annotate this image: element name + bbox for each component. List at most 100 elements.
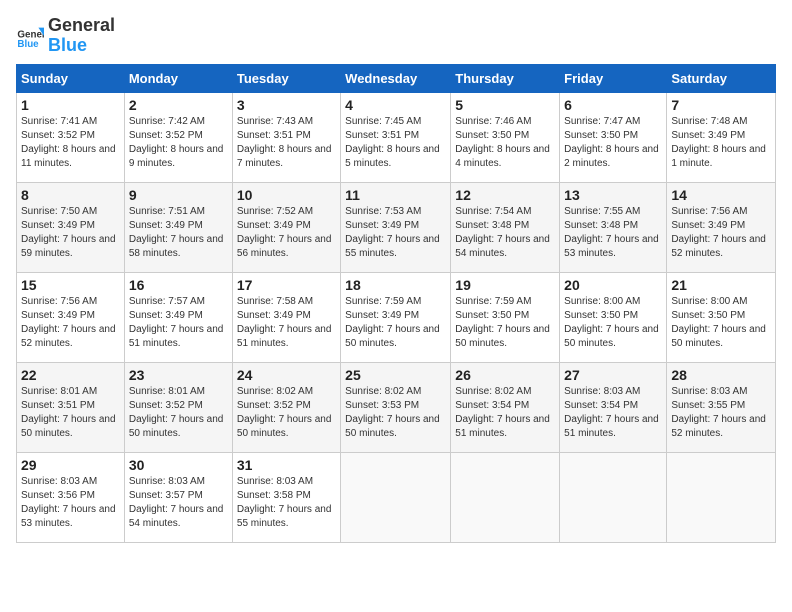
day-info: Sunrise: 7:55 AMSunset: 3:48 PMDaylight:… (564, 205, 662, 261)
day-info: Sunrise: 7:46 AMSunset: 3:50 PMDaylight:… (455, 115, 555, 171)
day-number: 4 (345, 97, 446, 113)
day-number: 15 (21, 277, 120, 293)
day-number: 21 (671, 277, 771, 293)
calendar-cell: 29 Sunrise: 8:03 AMSunset: 3:56 PMDayligh… (17, 452, 125, 542)
day-number: 2 (129, 97, 228, 113)
day-info: Sunrise: 8:03 AMSunset: 3:55 PMDaylight:… (671, 385, 771, 441)
calendar-cell: 13 Sunrise: 7:55 AMSunset: 3:48 PMDayligh… (560, 182, 667, 272)
day-number: 5 (455, 97, 555, 113)
col-header-tuesday: Tuesday (232, 64, 340, 92)
calendar-cell: 15 Sunrise: 7:56 AMSunset: 3:49 PMDayligh… (17, 272, 125, 362)
col-header-monday: Monday (124, 64, 232, 92)
day-info: Sunrise: 7:53 AMSunset: 3:49 PMDaylight:… (345, 205, 446, 261)
col-header-saturday: Saturday (667, 64, 776, 92)
day-info: Sunrise: 8:01 AMSunset: 3:52 PMDaylight:… (129, 385, 228, 441)
day-number: 24 (237, 367, 336, 383)
calendar-cell: 19 Sunrise: 7:59 AMSunset: 3:50 PMDayligh… (451, 272, 560, 362)
day-info: Sunrise: 7:56 AMSunset: 3:49 PMDaylight:… (671, 205, 771, 261)
calendar-cell: 28 Sunrise: 8:03 AMSunset: 3:55 PMDayligh… (667, 362, 776, 452)
calendar-cell: 1 Sunrise: 7:41 AMSunset: 3:52 PMDaylight… (17, 92, 125, 182)
day-number: 17 (237, 277, 336, 293)
day-info: Sunrise: 7:43 AMSunset: 3:51 PMDaylight:… (237, 115, 336, 171)
calendar-cell: 2 Sunrise: 7:42 AMSunset: 3:52 PMDaylight… (124, 92, 232, 182)
day-info: Sunrise: 8:02 AMSunset: 3:54 PMDaylight:… (455, 385, 555, 441)
calendar-table: SundayMondayTuesdayWednesdayThursdayFrid… (16, 64, 776, 543)
calendar-cell: 8 Sunrise: 7:50 AMSunset: 3:49 PMDaylight… (17, 182, 125, 272)
day-number: 6 (564, 97, 662, 113)
day-number: 13 (564, 187, 662, 203)
day-info: Sunrise: 8:01 AMSunset: 3:51 PMDaylight:… (21, 385, 120, 441)
calendar-cell: 5 Sunrise: 7:46 AMSunset: 3:50 PMDaylight… (451, 92, 560, 182)
calendar-cell: 27Sunrise: 8:03 AMSunset: 3:54 PMDayligh… (560, 362, 667, 452)
day-info: Sunrise: 8:03 AMSunset: 3:54 PMDaylight:… (564, 385, 662, 441)
calendar-cell: 20 Sunrise: 8:00 AMSunset: 3:50 PMDayligh… (560, 272, 667, 362)
calendar-cell: 18 Sunrise: 7:59 AMSunset: 3:49 PMDayligh… (341, 272, 451, 362)
day-info: Sunrise: 8:02 AMSunset: 3:53 PMDaylight:… (345, 385, 446, 441)
day-info: Sunrise: 7:51 AMSunset: 3:49 PMDaylight:… (129, 205, 228, 261)
day-number: 9 (129, 187, 228, 203)
day-info: Sunrise: 7:52 AMSunset: 3:49 PMDaylight:… (237, 205, 336, 261)
day-number: 1 (21, 97, 120, 113)
day-info: Sunrise: 7:41 AMSunset: 3:52 PMDaylight:… (21, 115, 120, 171)
calendar-cell (341, 452, 451, 542)
day-info: Sunrise: 7:58 AMSunset: 3:49 PMDaylight:… (237, 295, 336, 351)
calendar-cell: 9 Sunrise: 7:51 AMSunset: 3:49 PMDaylight… (124, 182, 232, 272)
calendar-cell: 7 Sunrise: 7:48 AMSunset: 3:49 PMDaylight… (667, 92, 776, 182)
calendar-cell: 26 Sunrise: 8:02 AMSunset: 3:54 PMDayligh… (451, 362, 560, 452)
day-info: Sunrise: 8:03 AMSunset: 3:58 PMDaylight:… (237, 475, 336, 531)
calendar-cell: 10 Sunrise: 7:52 AMSunset: 3:49 PMDayligh… (232, 182, 340, 272)
day-info: Sunrise: 7:57 AMSunset: 3:49 PMDaylight:… (129, 295, 228, 351)
day-number: 3 (237, 97, 336, 113)
day-number: 29 (21, 457, 120, 473)
calendar-cell: 22 Sunrise: 8:01 AMSunset: 3:51 PMDayligh… (17, 362, 125, 452)
col-header-wednesday: Wednesday (341, 64, 451, 92)
day-number: 7 (671, 97, 771, 113)
col-header-sunday: Sunday (17, 64, 125, 92)
logo: General Blue GeneralBlue (16, 16, 115, 56)
day-info: Sunrise: 8:03 AMSunset: 3:57 PMDaylight:… (129, 475, 228, 531)
day-number: 10 (237, 187, 336, 203)
calendar-cell: 25 Sunrise: 8:02 AMSunset: 3:53 PMDayligh… (341, 362, 451, 452)
day-number: 28 (671, 367, 771, 383)
day-info: Sunrise: 7:56 AMSunset: 3:49 PMDaylight:… (21, 295, 120, 351)
calendar-cell: 11 Sunrise: 7:53 AMSunset: 3:49 PMDayligh… (341, 182, 451, 272)
day-info: Sunrise: 7:54 AMSunset: 3:48 PMDaylight:… (455, 205, 555, 261)
day-info: Sunrise: 7:50 AMSunset: 3:49 PMDaylight:… (21, 205, 120, 261)
day-number: 12 (455, 187, 555, 203)
day-number: 26 (455, 367, 555, 383)
day-number: 14 (671, 187, 771, 203)
calendar-cell: 30Sunrise: 8:03 AMSunset: 3:57 PMDayligh… (124, 452, 232, 542)
calendar-cell: 4Sunrise: 7:45 AMSunset: 3:51 PMDaylight… (341, 92, 451, 182)
calendar-cell (667, 452, 776, 542)
calendar-cell: 14 Sunrise: 7:56 AMSunset: 3:49 PMDayligh… (667, 182, 776, 272)
day-number: 8 (21, 187, 120, 203)
day-info: Sunrise: 7:59 AMSunset: 3:50 PMDaylight:… (455, 295, 555, 351)
calendar-cell: 17 Sunrise: 7:58 AMSunset: 3:49 PMDayligh… (232, 272, 340, 362)
col-header-friday: Friday (560, 64, 667, 92)
day-number: 31 (237, 457, 336, 473)
day-number: 20 (564, 277, 662, 293)
day-info: Sunrise: 8:00 AMSunset: 3:50 PMDaylight:… (671, 295, 771, 351)
calendar-cell: 3 Sunrise: 7:43 AMSunset: 3:51 PMDaylight… (232, 92, 340, 182)
day-info: Sunrise: 7:47 AMSunset: 3:50 PMDaylight:… (564, 115, 662, 171)
calendar-cell: 23 Sunrise: 8:01 AMSunset: 3:52 PMDayligh… (124, 362, 232, 452)
day-number: 11 (345, 187, 446, 203)
day-number: 19 (455, 277, 555, 293)
day-number: 16 (129, 277, 228, 293)
day-number: 25 (345, 367, 446, 383)
calendar-cell: 6 Sunrise: 7:47 AMSunset: 3:50 PMDaylight… (560, 92, 667, 182)
day-info: Sunrise: 7:59 AMSunset: 3:49 PMDaylight:… (345, 295, 446, 351)
calendar-cell: 31 Sunrise: 8:03 AMSunset: 3:58 PMDayligh… (232, 452, 340, 542)
day-info: Sunrise: 8:00 AMSunset: 3:50 PMDaylight:… (564, 295, 662, 351)
day-info: Sunrise: 7:42 AMSunset: 3:52 PMDaylight:… (129, 115, 228, 171)
calendar-cell: 24Sunrise: 8:02 AMSunset: 3:52 PMDayligh… (232, 362, 340, 452)
day-info: Sunrise: 8:03 AMSunset: 3:56 PMDaylight:… (21, 475, 120, 531)
logo-icon: General Blue (16, 22, 44, 50)
day-number: 23 (129, 367, 228, 383)
calendar-cell: 16 Sunrise: 7:57 AMSunset: 3:49 PMDayligh… (124, 272, 232, 362)
calendar-cell (451, 452, 560, 542)
svg-text:Blue: Blue (17, 39, 39, 50)
day-number: 18 (345, 277, 446, 293)
day-info: Sunrise: 7:48 AMSunset: 3:49 PMDaylight:… (671, 115, 771, 171)
day-number: 22 (21, 367, 120, 383)
